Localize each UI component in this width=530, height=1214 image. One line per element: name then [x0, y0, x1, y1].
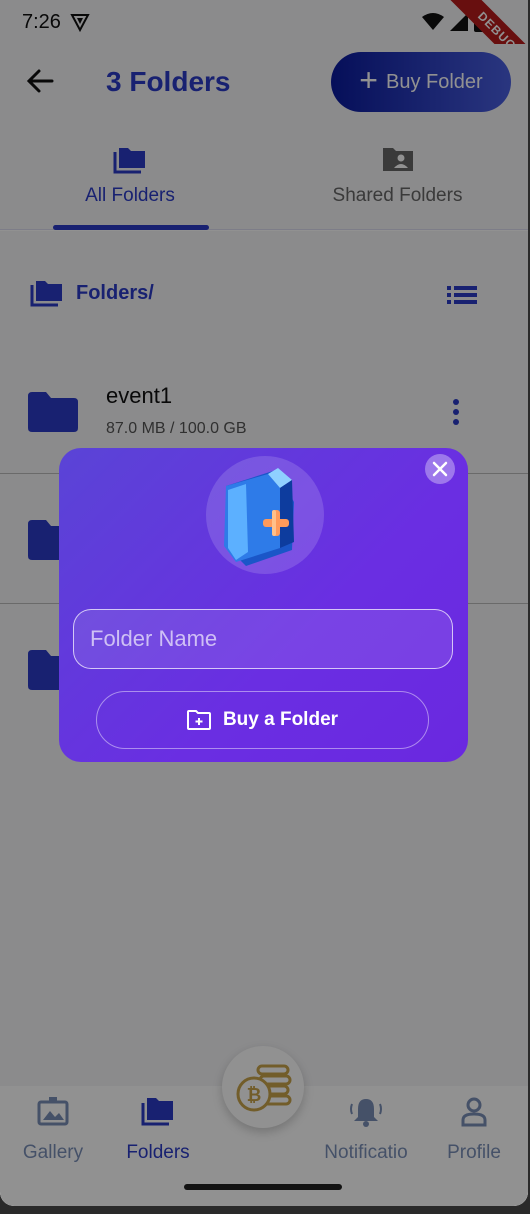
buy-folder-dialog: Buy a Folder	[59, 448, 468, 762]
folder-name-input[interactable]	[73, 609, 453, 669]
buy-a-folder-label: Buy a Folder	[222, 709, 339, 730]
buy-a-folder-button[interactable]: Buy a Folder	[96, 691, 429, 749]
close-button[interactable]	[425, 454, 455, 484]
folder-illustration	[206, 456, 324, 574]
add-folder-icon	[186, 710, 211, 730]
close-icon	[432, 461, 448, 477]
app-screen: 7:26 DEBUG 3 Folders + Buy Folder All Fo…	[0, 0, 528, 1206]
add-folder-3d-icon	[224, 468, 294, 566]
